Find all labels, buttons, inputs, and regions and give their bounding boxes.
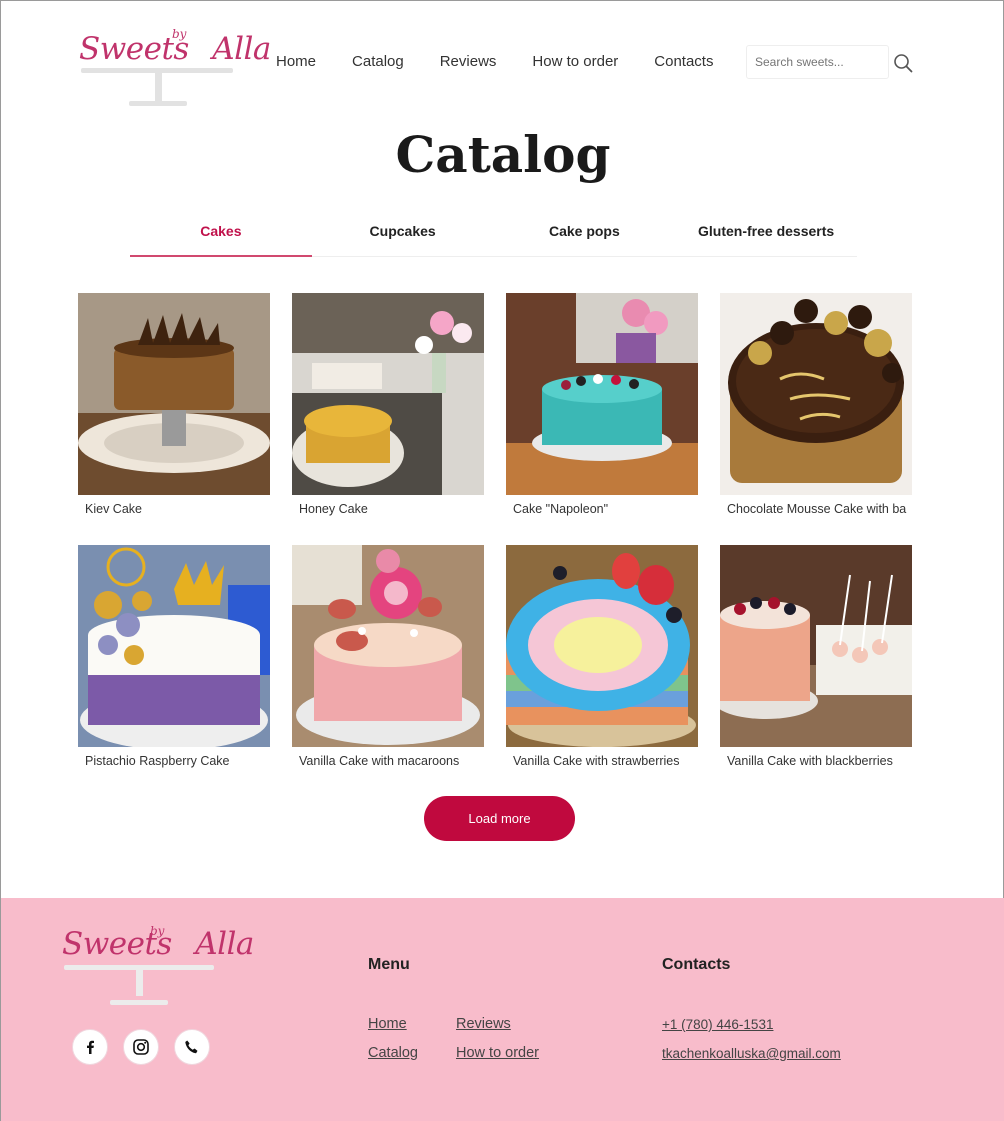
category-tabs: Cakes Cupcakes Cake pops Gluten-free des… (130, 219, 857, 257)
product-card[interactable]: Honey Cake (292, 293, 484, 516)
footer-link-home[interactable]: Home (368, 1016, 407, 1032)
search-icon[interactable] (893, 53, 913, 73)
page-title: Catalog (395, 125, 611, 184)
product-card[interactable]: Cake "Napoleon" (506, 293, 698, 516)
instagram-icon[interactable] (123, 1029, 159, 1065)
logo-by: by (172, 27, 187, 41)
facebook-icon[interactable] (72, 1029, 108, 1065)
product-name[interactable]: Kiev Cake (78, 502, 270, 516)
product-name[interactable]: Pistachio Raspberry Cake (78, 754, 270, 768)
product-card[interactable]: Chocolate Mousse Cake with ba (720, 293, 912, 516)
footer-email[interactable]: tkachenkoalluska@gmail.com (662, 1046, 841, 1061)
nav-reviews[interactable]: Reviews (440, 53, 497, 70)
nav-how-to-order[interactable]: How to order (532, 53, 618, 70)
cake-stand-base (129, 101, 187, 106)
tab-cupcakes[interactable]: Cupcakes (312, 219, 494, 256)
product-name[interactable]: Honey Cake (292, 502, 484, 516)
tab-cake-pops[interactable]: Cake pops (494, 219, 676, 256)
cake-stand-stem (155, 71, 162, 101)
tab-cakes[interactable]: Cakes (130, 219, 312, 257)
product-image[interactable] (78, 293, 270, 495)
footer-link-reviews[interactable]: Reviews (456, 1016, 511, 1032)
product-image[interactable] (720, 293, 912, 495)
product-card[interactable]: Kiev Cake (78, 293, 270, 516)
product-image[interactable] (506, 293, 698, 495)
footer-logo[interactable]: Sweets Alla by (62, 924, 254, 1006)
search-input[interactable] (746, 45, 889, 79)
product-image[interactable] (720, 545, 912, 747)
header-logo[interactable]: Sweets Alla by (79, 27, 271, 111)
tab-gluten-free-desserts[interactable]: Gluten-free desserts (675, 219, 857, 256)
nav-contacts[interactable]: Contacts (654, 53, 713, 70)
product-image[interactable] (506, 545, 698, 747)
product-image[interactable] (292, 545, 484, 747)
product-name[interactable]: Vanilla Cake with strawberries (506, 754, 698, 768)
logo-by: by (150, 924, 165, 938)
product-image[interactable] (78, 545, 270, 747)
product-card[interactable]: Vanilla Cake with macaroons (292, 545, 484, 768)
load-more-button[interactable]: Load more (424, 796, 575, 841)
product-card[interactable]: Vanilla Cake with blackberries (720, 545, 912, 768)
footer-link-how-to-order[interactable]: How to order (456, 1045, 539, 1061)
footer-phone[interactable]: +1 (780) 446-1531 (662, 1017, 773, 1032)
footer-link-catalog[interactable]: Catalog (368, 1045, 418, 1061)
footer-menu-heading: Menu (368, 956, 410, 973)
main-nav: Home Catalog Reviews How to order Contac… (276, 53, 749, 70)
nav-home[interactable]: Home (276, 53, 316, 70)
product-name[interactable]: Cake "Napoleon" (506, 502, 698, 516)
product-name[interactable]: Chocolate Mousse Cake with ba (720, 502, 912, 516)
cake-stand-base (110, 1000, 168, 1005)
nav-catalog[interactable]: Catalog (352, 53, 404, 70)
product-image[interactable] (292, 293, 484, 495)
product-name[interactable]: Vanilla Cake with blackberries (720, 754, 912, 768)
product-card[interactable]: Vanilla Cake with strawberries (506, 545, 698, 768)
footer-contacts-heading: Contacts (662, 956, 731, 973)
product-name[interactable]: Vanilla Cake with macaroons (292, 754, 484, 768)
phone-icon[interactable] (174, 1029, 210, 1065)
cake-stand-stem (136, 968, 143, 996)
product-card[interactable]: Pistachio Raspberry Cake (78, 545, 270, 768)
